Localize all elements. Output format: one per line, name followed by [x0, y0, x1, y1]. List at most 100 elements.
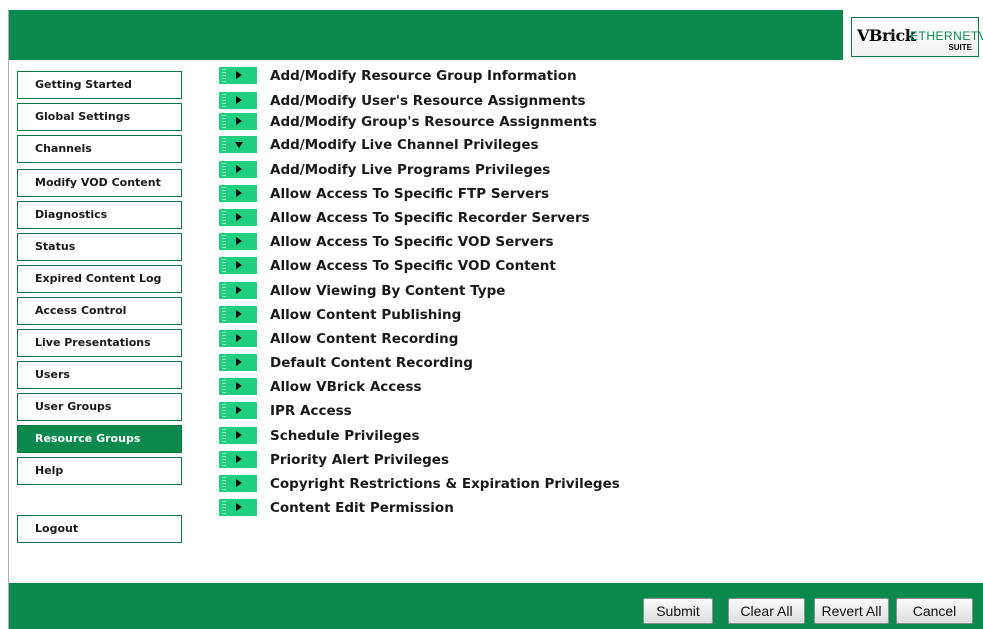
- sidebar-item-status[interactable]: Status: [17, 233, 182, 261]
- expand-arrow-button[interactable]: [219, 354, 257, 371]
- menu-item-user-resource-assignments[interactable]: Add/Modify User's Resource Assignments: [219, 90, 659, 112]
- menu-item-vbrick-access[interactable]: Allow VBrick Access: [219, 376, 659, 398]
- footer-bar: Submit Clear All Revert All Cancel: [9, 583, 983, 629]
- sidebar-item-channels[interactable]: Channels: [17, 135, 182, 163]
- sidebar-item-global-settings[interactable]: Global Settings: [17, 103, 182, 131]
- grip-icon: [222, 259, 226, 272]
- menu-item-label[interactable]: Add/Modify Group's Resource Assignments: [270, 112, 597, 132]
- menu-item-label[interactable]: Allow Access To Specific VOD Content: [270, 256, 556, 276]
- collapse-arrow-button[interactable]: [219, 136, 257, 153]
- menu-item-label[interactable]: Priority Alert Privileges: [270, 450, 449, 470]
- sidebar-item-users[interactable]: Users: [17, 361, 182, 389]
- menu-item-label[interactable]: IPR Access: [270, 401, 352, 421]
- sidebar-item-diagnostics[interactable]: Diagnostics: [17, 201, 182, 229]
- grip-icon: [222, 356, 226, 369]
- menu-item-default-content-recording[interactable]: Default Content Recording: [219, 352, 659, 374]
- logout-button[interactable]: Logout: [17, 515, 182, 543]
- menu-item-content-recording[interactable]: Allow Content Recording: [219, 328, 659, 350]
- sidebar-item-live-presentations[interactable]: Live Presentations: [17, 329, 182, 357]
- play-arrow-icon: [236, 479, 242, 487]
- play-arrow-icon: [236, 165, 242, 173]
- menu-item-label[interactable]: Allow Viewing By Content Type: [270, 281, 505, 301]
- clear-all-button[interactable]: Clear All: [728, 598, 805, 624]
- expand-arrow-button[interactable]: [219, 209, 257, 226]
- expand-arrow-button[interactable]: [219, 330, 257, 347]
- menu-item-label[interactable]: Default Content Recording: [270, 353, 473, 373]
- menu-item-resource-group-information[interactable]: Add/Modify Resource Group Information: [219, 65, 659, 87]
- play-arrow-icon: [236, 358, 242, 366]
- expand-arrow-button[interactable]: [219, 499, 257, 516]
- submit-button[interactable]: Submit: [643, 598, 713, 624]
- menu-item-label[interactable]: Allow Access To Specific VOD Servers: [270, 232, 554, 252]
- menu-item-label[interactable]: Add/Modify Live Programs Privileges: [270, 160, 550, 180]
- play-arrow-icon: [236, 71, 242, 79]
- expand-arrow-button[interactable]: [219, 113, 257, 130]
- expand-arrow-button[interactable]: [219, 427, 257, 444]
- grip-icon: [222, 404, 226, 417]
- expand-arrow-button[interactable]: [219, 378, 257, 395]
- menu-item-label[interactable]: Copyright Restrictions & Expiration Priv…: [270, 474, 620, 494]
- menu-item-ftp-servers[interactable]: Allow Access To Specific FTP Servers: [219, 183, 659, 205]
- sidebar-item-help[interactable]: Help: [17, 457, 182, 485]
- expand-arrow-button[interactable]: [219, 185, 257, 202]
- menu-item-label[interactable]: Add/Modify Resource Group Information: [270, 66, 577, 86]
- menu-item-label[interactable]: Allow Access To Specific FTP Servers: [270, 184, 549, 204]
- menu-item-label[interactable]: Allow Content Publishing: [270, 305, 461, 325]
- expand-arrow-button[interactable]: [219, 257, 257, 274]
- grip-icon: [222, 332, 226, 345]
- expand-arrow-button[interactable]: [219, 306, 257, 323]
- expand-arrow-button[interactable]: [219, 282, 257, 299]
- menu-item-label[interactable]: Add/Modify Live Channel Privileges: [270, 135, 539, 155]
- sidebar-item-resource-groups[interactable]: Resource Groups: [17, 425, 182, 453]
- sidebar-item-modify-vod-content[interactable]: Modify VOD Content: [17, 169, 182, 197]
- play-arrow-icon: [236, 189, 242, 197]
- menu-item-schedule-privileges[interactable]: Schedule Privileges: [219, 425, 659, 447]
- play-arrow-icon: [236, 117, 242, 125]
- expand-arrow-button[interactable]: [219, 92, 257, 109]
- menu-item-content-publishing[interactable]: Allow Content Publishing: [219, 304, 659, 326]
- grip-icon: [222, 284, 226, 297]
- play-arrow-icon: [236, 213, 242, 221]
- expand-arrow-button[interactable]: [219, 475, 257, 492]
- grip-icon: [222, 211, 226, 224]
- menu-item-content-edit-permission[interactable]: Content Edit Permission: [219, 497, 659, 519]
- menu-item-group-resource-assignments[interactable]: Add/Modify Group's Resource Assignments: [219, 111, 659, 133]
- play-arrow-icon: [236, 237, 242, 245]
- expand-arrow-button[interactable]: [219, 451, 257, 468]
- menu-item-label[interactable]: Add/Modify User's Resource Assignments: [270, 91, 586, 111]
- menu-item-label[interactable]: Allow VBrick Access: [270, 377, 422, 397]
- menu-item-live-programs-privileges[interactable]: Add/Modify Live Programs Privileges: [219, 159, 659, 181]
- menu-item-copyright-restrictions[interactable]: Copyright Restrictions & Expiration Priv…: [219, 473, 659, 495]
- menu-item-label[interactable]: Schedule Privileges: [270, 426, 420, 446]
- grip-icon: [222, 308, 226, 321]
- expand-arrow-button[interactable]: [219, 67, 257, 84]
- logo-badge: VBrick ETHERNETV SUITE: [851, 17, 983, 57]
- sidebar-item-access-control[interactable]: Access Control: [17, 297, 182, 325]
- menu-item-ipr-access[interactable]: IPR Access: [219, 400, 659, 422]
- sidebar-item-getting-started[interactable]: Getting Started: [17, 71, 182, 99]
- cancel-button[interactable]: Cancel: [896, 598, 973, 624]
- logo-suite-text: SUITE: [948, 43, 972, 52]
- sidebar-item-user-groups[interactable]: User Groups: [17, 393, 182, 421]
- sidebar-item-expired-content-log[interactable]: Expired Content Log: [17, 265, 182, 293]
- vbrick-logo: VBrick ETHERNETV SUITE: [843, 10, 983, 60]
- grip-icon: [222, 453, 226, 466]
- grip-icon: [222, 115, 226, 128]
- grip-icon: [222, 69, 226, 82]
- menu-item-label[interactable]: Allow Content Recording: [270, 329, 458, 349]
- expand-arrow-button[interactable]: [219, 161, 257, 178]
- expand-arrow-button[interactable]: [219, 233, 257, 250]
- play-arrow-icon: [236, 503, 242, 511]
- menu-item-label[interactable]: Content Edit Permission: [270, 498, 454, 518]
- grip-icon: [222, 94, 226, 107]
- revert-all-button[interactable]: Revert All: [814, 598, 889, 624]
- menu-item-viewing-by-content-type[interactable]: Allow Viewing By Content Type: [219, 280, 659, 302]
- menu-item-live-channel-privileges[interactable]: Add/Modify Live Channel Privileges: [219, 134, 659, 156]
- menu-item-vod-content[interactable]: Allow Access To Specific VOD Content: [219, 255, 659, 277]
- expand-arrow-button[interactable]: [219, 402, 257, 419]
- menu-item-priority-alert-privileges[interactable]: Priority Alert Privileges: [219, 449, 659, 471]
- menu-item-recorder-servers[interactable]: Allow Access To Specific Recorder Server…: [219, 207, 659, 229]
- menu-item-vod-servers[interactable]: Allow Access To Specific VOD Servers: [219, 231, 659, 253]
- down-arrow-icon: [235, 142, 243, 148]
- menu-item-label[interactable]: Allow Access To Specific Recorder Server…: [270, 208, 590, 228]
